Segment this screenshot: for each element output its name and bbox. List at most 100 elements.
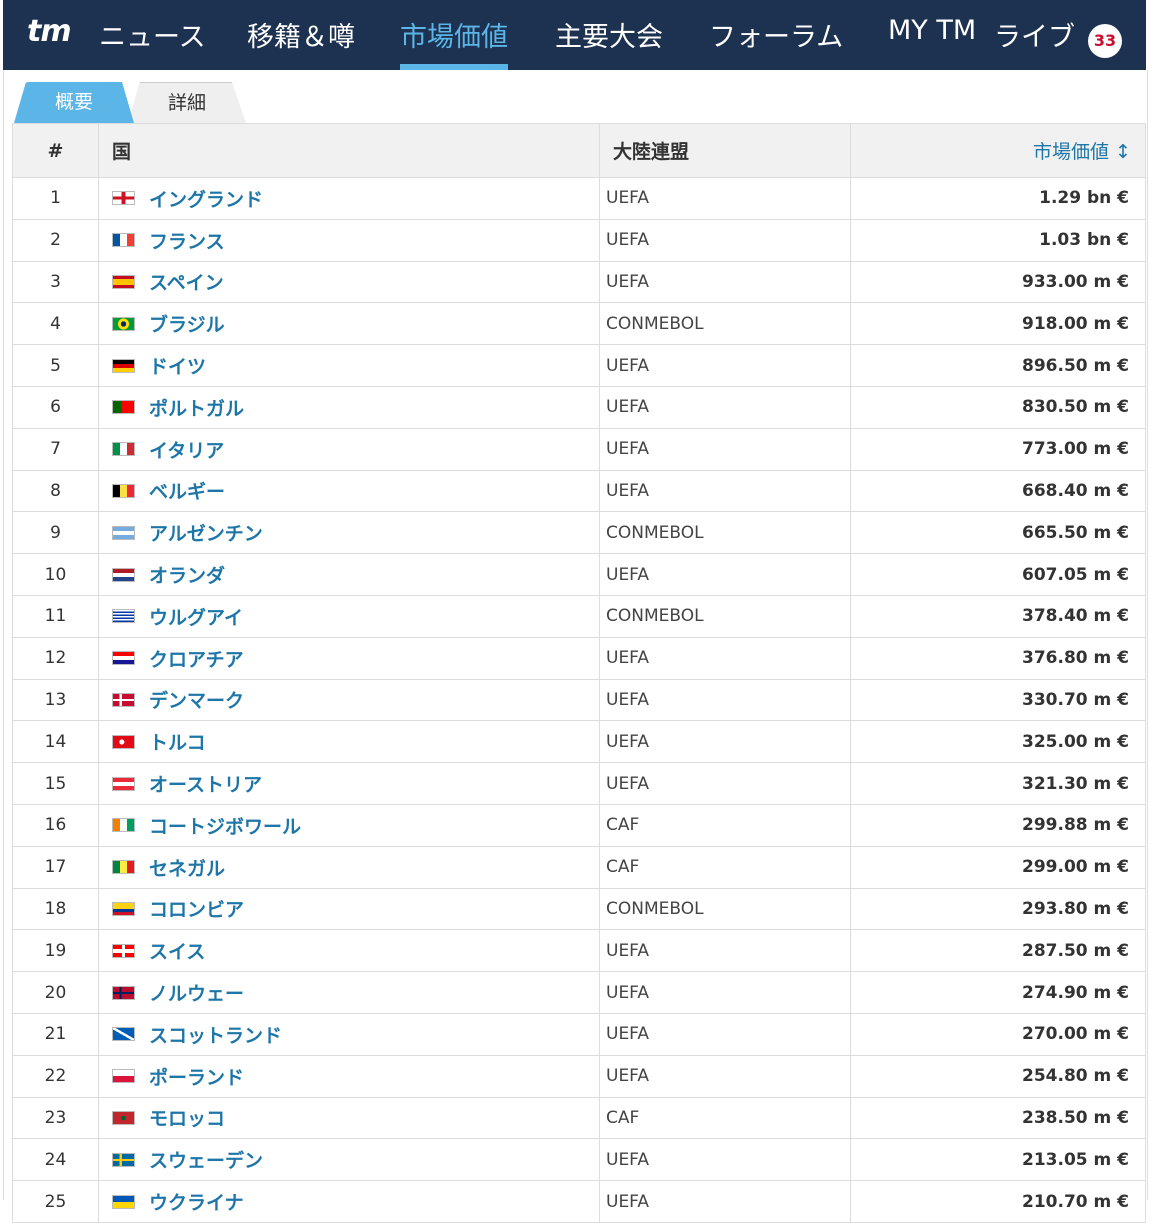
header-rank: #: [12, 123, 99, 178]
market-value-cell: 270.00 m €: [850, 1012, 1146, 1056]
confederation-cell: UEFA: [599, 553, 851, 596]
confederation-cell: UEFA: [599, 1054, 851, 1098]
country-link[interactable]: ポーランド: [149, 1067, 244, 1089]
country-link[interactable]: オーストリア: [149, 774, 262, 796]
country-link[interactable]: スペイン: [149, 272, 224, 294]
table-row: 8 ベルギー UEFA 668.40 m €: [12, 469, 1146, 513]
country-link[interactable]: スウェーデン: [149, 1150, 263, 1172]
nav-item-news[interactable]: ニュース: [99, 15, 206, 70]
confederation-cell: CONMEBOL: [599, 887, 851, 931]
portugal-flag-icon: [112, 400, 135, 415]
rank-cell: 10: [12, 553, 99, 596]
turkey-flag-icon: [112, 734, 135, 749]
market-value-table: # 国 大陸連盟 市場価値 ↕ 1 イングランド UEFA 1.29 bn €2 フラン…: [12, 123, 1146, 1223]
tab-overview[interactable]: 概要: [14, 82, 134, 123]
rank-cell: 12: [12, 636, 99, 680]
confederation-cell: CAF: [599, 803, 851, 847]
table-row: 5 ドイツ UEFA 896.50 m €: [12, 344, 1146, 387]
country-link[interactable]: イタリア: [149, 440, 224, 462]
confederation-cell: UEFA: [599, 678, 851, 722]
poland-flag-icon: [112, 1069, 135, 1084]
confederation-cell: UEFA: [599, 720, 851, 764]
confederation-cell: UEFA: [599, 344, 851, 387]
country-link[interactable]: スコットランド: [149, 1025, 282, 1047]
confederation-cell: CAF: [599, 845, 851, 889]
argentina-flag-icon: [112, 525, 135, 540]
table-row: 15 オーストリア UEFA 321.30 m €: [12, 762, 1146, 805]
rank-cell: 1: [12, 177, 99, 220]
table-row: 4 ブラジル CONMEBOL 918.00 m €: [12, 302, 1146, 346]
nav-item-label: 市場価値: [400, 22, 508, 53]
nav-item-my-tm[interactable]: MY TM: [888, 15, 976, 70]
country-link[interactable]: フランス: [149, 231, 225, 253]
market-value-cell: 1.29 bn €: [850, 177, 1146, 220]
rank-cell: 8: [12, 469, 99, 513]
nav-item-competitions[interactable]: 主要大会: [555, 15, 663, 70]
market-value-cell: 668.40 m €: [850, 469, 1146, 513]
nav-item-live[interactable]: ライブ: [994, 15, 1075, 70]
switzerland-flag-icon: [112, 943, 135, 958]
confederation-cell: UEFA: [599, 218, 851, 262]
transfermarkt-logo[interactable]: tm: [27, 14, 72, 49]
country-cell: ウルグアイ: [98, 594, 600, 638]
rank-cell: 5: [12, 344, 99, 387]
confederation-cell: UEFA: [599, 385, 851, 429]
country-link[interactable]: ブラジル: [149, 314, 225, 336]
header-market-value-sort[interactable]: 市場価値 ↕: [850, 123, 1146, 178]
nav-item-market-values[interactable]: 市場価値: [400, 15, 508, 70]
country-link[interactable]: イングランド: [149, 189, 263, 211]
country-link[interactable]: ドイツ: [149, 356, 206, 378]
market-value-cell: 330.70 m €: [850, 678, 1146, 722]
nav-item-forum[interactable]: フォーラム: [709, 15, 843, 70]
nav-item-label: ライブ: [994, 22, 1075, 53]
table-row: 1 イングランド UEFA 1.29 bn €: [12, 177, 1146, 220]
country-link[interactable]: アルゼンチン: [149, 523, 263, 545]
country-link[interactable]: ノルウェー: [149, 983, 244, 1005]
country-cell: ポーランド: [98, 1054, 600, 1098]
confederation-cell: UEFA: [599, 971, 851, 1014]
table-row: 9 アルゼンチン CONMEBOL 665.50 m €: [12, 511, 1146, 555]
country-cell: コートジボワール: [98, 803, 600, 847]
table-row: 14 トルコ UEFA 325.00 m €: [12, 720, 1146, 764]
colombia-flag-icon: [112, 901, 135, 916]
country-link[interactable]: セネガル: [149, 858, 225, 880]
country-link[interactable]: モロッコ: [149, 1108, 225, 1130]
market-value-cell: 254.80 m €: [850, 1054, 1146, 1098]
nav-item-transfers[interactable]: 移籍＆噂: [247, 15, 355, 70]
denmark-flag-icon: [112, 692, 135, 707]
country-link[interactable]: ポルトガル: [149, 398, 244, 420]
country-link[interactable]: ウクライナ: [149, 1192, 244, 1214]
market-value-cell: 607.05 m €: [850, 553, 1146, 596]
table-row: 7 イタリア UEFA 773.00 m €: [12, 427, 1146, 471]
country-link[interactable]: ベルギー: [149, 481, 225, 503]
rank-cell: 20: [12, 971, 99, 1014]
country-cell: トルコ: [98, 720, 600, 764]
rank-cell: 23: [12, 1096, 99, 1140]
country-cell: イタリア: [98, 427, 600, 471]
country-link[interactable]: クロアチア: [149, 649, 244, 671]
confederation-cell: UEFA: [599, 762, 851, 805]
market-value-cell: 299.88 m €: [850, 803, 1146, 847]
table-row: 12 クロアチア UEFA 376.80 m €: [12, 636, 1146, 680]
country-link[interactable]: オランダ: [149, 565, 225, 587]
country-link[interactable]: トルコ: [149, 732, 206, 754]
table-row: 6 ポルトガル UEFA 830.50 m €: [12, 385, 1146, 429]
country-cell: スウェーデン: [98, 1138, 600, 1182]
france-flag-icon: [112, 233, 135, 248]
country-link[interactable]: スイス: [149, 941, 205, 963]
confederation-cell: UEFA: [599, 1138, 851, 1182]
market-value-cell: 896.50 m €: [850, 344, 1146, 387]
country-link[interactable]: ウルグアイ: [149, 607, 243, 629]
country-cell: クロアチア: [98, 636, 600, 680]
market-value-cell: 287.50 m €: [850, 929, 1146, 973]
tab-details[interactable]: 詳細: [128, 82, 246, 123]
netherlands-flag-icon: [112, 567, 135, 582]
country-link[interactable]: コロンビア: [149, 899, 244, 921]
norway-flag-icon: [112, 985, 135, 1000]
rank-cell: 3: [12, 260, 99, 304]
country-link[interactable]: デンマーク: [149, 690, 244, 712]
rank-cell: 17: [12, 845, 99, 889]
rank-cell: 2: [12, 218, 99, 262]
country-link[interactable]: コートジボワール: [149, 816, 301, 838]
sweden-flag-icon: [112, 1152, 135, 1167]
